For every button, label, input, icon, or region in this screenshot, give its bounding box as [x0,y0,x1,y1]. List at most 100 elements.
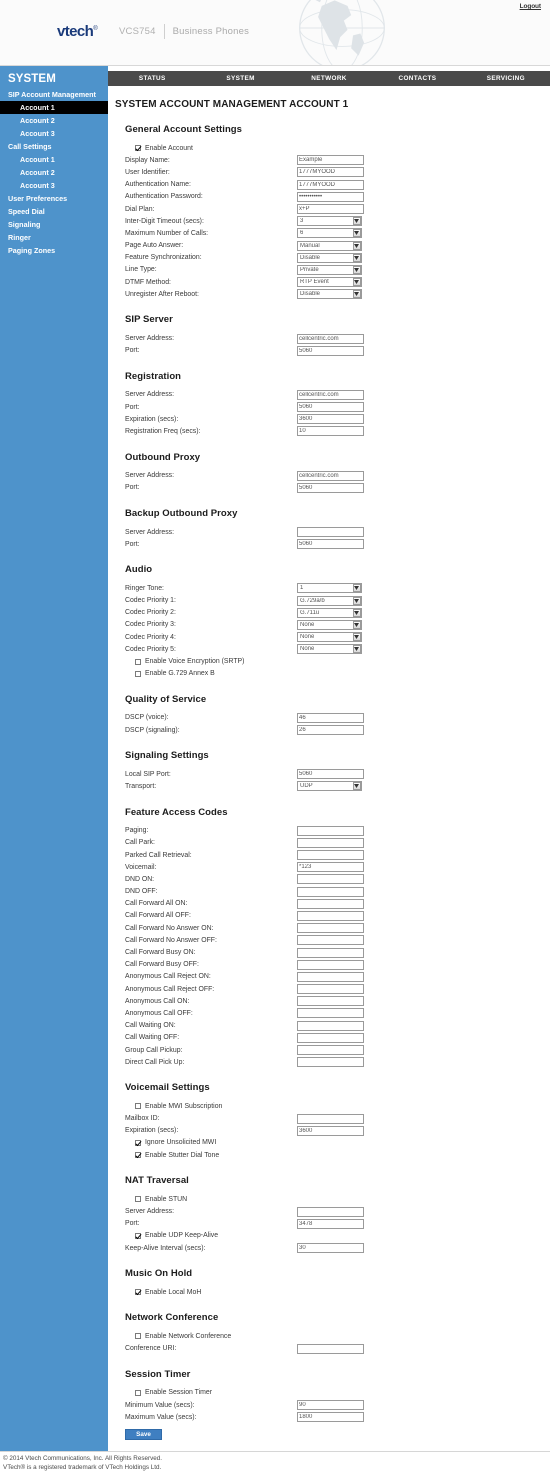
checkbox-row-enable-local-moh[interactable]: Enable Local MoH [125,1286,550,1298]
input-call-waiting-on[interactable] [297,1020,364,1031]
input-call-forward-busy-on[interactable] [297,947,364,958]
input-authentication-password[interactable] [297,191,364,202]
checkbox-row-enable-g-729-annex-b[interactable]: Enable G.729 Annex B [125,668,550,680]
sidebar-item-account-2[interactable]: Account 2 [0,114,108,127]
checkbox-enable-account[interactable] [135,145,141,152]
chevron-down-icon[interactable] [352,217,361,226]
chevron-down-icon[interactable] [352,596,361,605]
input-dscp-signaling[interactable] [297,725,364,736]
chevron-down-icon[interactable] [352,608,361,617]
sidebar-item-paging-zones[interactable]: Paging Zones [0,244,108,257]
sidebar-item-account-1[interactable]: Account 1 [0,153,108,166]
tab-servicing[interactable]: SERVICING [462,75,550,82]
input-maximum-value-secs[interactable] [297,1412,364,1423]
checkbox-row-enable-network-conference[interactable]: Enable Network Conference [125,1330,550,1342]
checkbox-row-enable-stun[interactable]: Enable STUN [125,1193,550,1205]
input-paging[interactable] [297,825,364,836]
input-server-address[interactable] [297,470,364,481]
checkbox-row-enable-mwi-subscription[interactable]: Enable MWI Subscription [125,1100,550,1112]
input-server-address[interactable] [297,333,364,344]
sidebar-item-account-3[interactable]: Account 3 [0,179,108,192]
input-call-forward-busy-off[interactable] [297,959,364,970]
input-parked-call-retrieval[interactable] [297,850,364,861]
select-codec-priority-5[interactable]: None [297,644,362,655]
input-dial-plan[interactable] [297,204,364,215]
select-codec-priority-4[interactable]: None [297,632,362,643]
select-page-auto-answer[interactable]: Manual [297,240,362,251]
input-registration-freq-secs[interactable] [297,426,364,437]
input-server-address[interactable] [297,389,364,400]
select-ringer-tone[interactable]: 1 [297,583,362,594]
logout-link[interactable]: Logout [520,3,542,10]
select-maximum-number-of-calls[interactable]: 6 [297,228,362,239]
input-display-name[interactable] [297,155,364,166]
input-mailbox-id[interactable] [297,1113,364,1124]
tab-system[interactable]: SYSTEM [196,75,284,82]
chevron-down-icon[interactable] [352,782,361,791]
input-group-call-pickup[interactable] [297,1045,364,1056]
input-anonymous-call-reject-off[interactable] [297,984,364,995]
input-server-address[interactable] [297,527,364,538]
input-port[interactable] [297,345,364,356]
sidebar-item-speed-dial[interactable]: Speed Dial [0,205,108,218]
input-expiration-secs[interactable] [297,1125,364,1136]
input-expiration-secs[interactable] [297,414,364,425]
input-anonymous-call-off[interactable] [297,1008,364,1019]
input-authentication-name[interactable] [297,179,364,190]
sidebar-item-ringer[interactable]: Ringer [0,231,108,244]
select-codec-priority-1[interactable]: G.729a/b [297,595,362,606]
chevron-down-icon[interactable] [352,645,361,654]
chevron-down-icon[interactable] [352,584,361,593]
input-user-identifier[interactable] [297,167,364,178]
sidebar-item-user-preferences[interactable]: User Preferences [0,192,108,205]
select-line-type[interactable]: Private [297,264,362,275]
input-direct-call-pick-up[interactable] [297,1057,364,1068]
checkbox-enable-stun[interactable] [135,1196,141,1203]
input-anonymous-call-on[interactable] [297,996,364,1007]
input-port[interactable] [297,482,364,493]
input-call-forward-all-off[interactable] [297,910,364,921]
sidebar-item-account-2[interactable]: Account 2 [0,166,108,179]
checkbox-enable-stutter-dial-tone[interactable] [135,1152,141,1159]
input-local-sip-port[interactable] [297,769,364,780]
tab-status[interactable]: STATUS [108,75,196,82]
input-call-forward-no-answer-off[interactable] [297,935,364,946]
input-port[interactable] [297,539,364,550]
select-feature-synchronization[interactable]: Disable [297,252,362,263]
select-codec-priority-3[interactable]: None [297,619,362,630]
select-unregister-after-reboot[interactable]: Disable [297,289,362,300]
sidebar-item-sip-account-management[interactable]: SIP Account Management [0,88,108,101]
chevron-down-icon[interactable] [352,229,361,238]
input-dscp-voice[interactable] [297,712,364,723]
chevron-down-icon[interactable] [352,241,361,250]
select-inter-digit-timeout-secs[interactable]: 3 [297,216,362,227]
select-codec-priority-2[interactable]: G.711u [297,607,362,618]
input-dnd-off[interactable] [297,886,364,897]
sidebar-item-account-3[interactable]: Account 3 [0,127,108,140]
checkbox-enable-local-moh[interactable] [135,1289,141,1296]
checkbox-enable-network-conference[interactable] [135,1333,141,1340]
input-dnd-on[interactable] [297,874,364,885]
checkbox-ignore-unsolicited-mwi[interactable] [135,1139,141,1146]
chevron-down-icon[interactable] [352,278,361,287]
sidebar-item-signaling[interactable]: Signaling [0,218,108,231]
checkbox-row-ignore-unsolicited-mwi[interactable]: Ignore Unsolicited MWI [125,1137,550,1149]
checkbox-row-enable-account[interactable]: Enable Account [125,142,550,154]
input-voicemail[interactable] [297,862,364,873]
checkbox-enable-g-729-annex-b[interactable] [135,670,141,677]
input-keep-alive-interval-secs[interactable] [297,1243,364,1254]
input-server-address[interactable] [297,1206,364,1217]
checkbox-enable-voice-encryption-srtp[interactable] [135,658,141,665]
checkbox-enable-mwi-subscription[interactable] [135,1103,141,1110]
select-transport[interactable]: UDP [297,781,362,792]
chevron-down-icon[interactable] [352,265,361,274]
checkbox-row-enable-stutter-dial-tone[interactable]: Enable Stutter Dial Tone [125,1149,550,1161]
save-button[interactable]: Save [125,1429,162,1441]
sidebar-item-account-1[interactable]: Account 1 [0,101,108,114]
checkbox-enable-udp-keep-alive[interactable] [135,1232,141,1239]
input-port[interactable] [297,1218,364,1229]
input-call-waiting-off[interactable] [297,1032,364,1043]
input-conference-uri[interactable] [297,1343,364,1354]
input-call-forward-all-on[interactable] [297,898,364,909]
chevron-down-icon[interactable] [352,633,361,642]
